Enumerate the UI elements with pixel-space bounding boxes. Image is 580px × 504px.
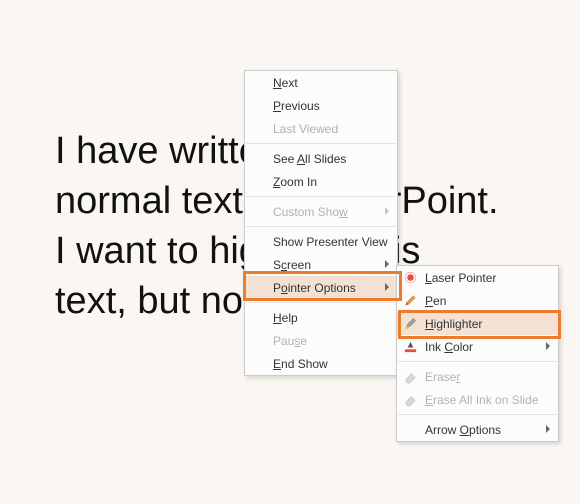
submenu-item-laser-pointer[interactable]: Laser Pointer xyxy=(397,266,558,289)
menu-item-show-presenter-view[interactable]: Show Presenter View xyxy=(245,230,397,253)
menu-item-see-all-slides[interactable]: See All Slides xyxy=(245,147,397,170)
menu-item-end-show[interactable]: End Show xyxy=(245,352,397,375)
submenu-item-pen[interactable]: Pen xyxy=(397,289,558,312)
submenu-item-erase-all-ink: Erase All Ink on Slide xyxy=(397,388,558,411)
ink-color-icon xyxy=(403,339,418,354)
menu-item-pause: Pause xyxy=(245,329,397,352)
laser-pointer-icon xyxy=(403,270,418,285)
eraser-icon xyxy=(403,369,418,384)
submenu-item-arrow-options[interactable]: Arrow Options xyxy=(397,418,558,441)
menu-item-next[interactable]: Next xyxy=(245,71,397,94)
submenu-item-highlighter[interactable]: Highlighter xyxy=(397,312,558,335)
submenu-arrow-icon xyxy=(385,283,389,291)
submenu-arrow-icon xyxy=(546,425,550,433)
menu-item-last-viewed: Last Viewed xyxy=(245,117,397,140)
submenu-item-eraser: Eraser xyxy=(397,365,558,388)
menu-item-pointer-options[interactable]: Pointer Options xyxy=(245,276,397,299)
highlighter-icon xyxy=(403,316,418,331)
menu-separator xyxy=(246,302,396,303)
slideshow-context-menu: Next Previous Last Viewed See All Slides… xyxy=(244,70,398,376)
submenu-arrow-icon xyxy=(385,207,389,215)
erase-all-icon xyxy=(403,392,418,407)
menu-item-screen[interactable]: Screen xyxy=(245,253,397,276)
menu-item-custom-show: Custom Show xyxy=(245,200,397,223)
submenu-arrow-icon xyxy=(385,260,389,268)
menu-item-help[interactable]: Help xyxy=(245,306,397,329)
submenu-item-ink-color[interactable]: Ink Color xyxy=(397,335,558,358)
pointer-options-submenu: Laser Pointer Pen Highlighter Ink Color … xyxy=(396,265,559,442)
menu-item-zoom-in[interactable]: Zoom In xyxy=(245,170,397,193)
menu-separator xyxy=(398,361,557,362)
submenu-arrow-icon xyxy=(546,342,550,350)
menu-separator xyxy=(246,196,396,197)
pen-icon xyxy=(403,293,418,308)
menu-separator xyxy=(246,143,396,144)
menu-item-previous[interactable]: Previous xyxy=(245,94,397,117)
menu-separator xyxy=(398,414,557,415)
menu-separator xyxy=(246,226,396,227)
